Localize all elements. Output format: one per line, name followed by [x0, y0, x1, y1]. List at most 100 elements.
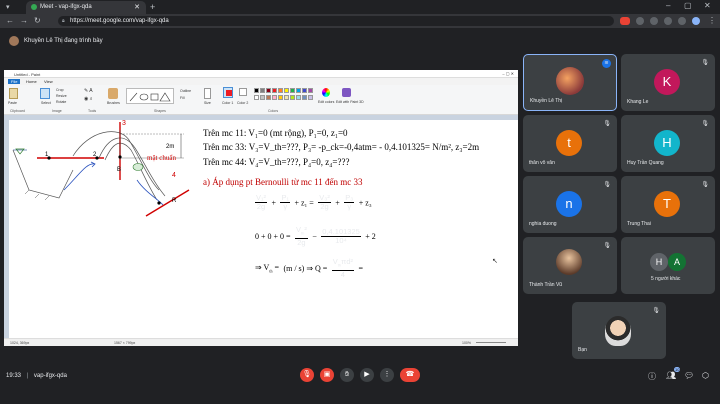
paint-menu-view[interactable]: View [44, 79, 53, 84]
palette-swatch[interactable] [272, 88, 277, 93]
paint-title-bar: Untitled - Paint – ▢ ✕ [4, 70, 518, 78]
url-input[interactable]: 🔒︎ https://meet.google.com/vap-ifgx-qda [58, 16, 614, 26]
tab-search-icon[interactable]: ▾ [6, 3, 10, 11]
close-tab-icon[interactable]: ✕ [134, 3, 140, 11]
present-screen-icon: ▶ [364, 371, 370, 378]
pencil-icon[interactable]: ✎ A [84, 88, 93, 94]
participant-tile[interactable]: T 🎙︎ Trung Thai [621, 176, 715, 233]
maximize-button[interactable]: ▢ [684, 1, 692, 10]
more-vert-icon: ⋮ [383, 371, 391, 378]
palette-swatch[interactable] [290, 88, 295, 93]
participant-tile[interactable]: n 🎙︎ nghia duong [523, 176, 617, 233]
brushes-icon[interactable] [108, 88, 118, 99]
participant-photo [556, 249, 582, 275]
select-icon[interactable] [40, 88, 50, 99]
menu-kebab-icon[interactable]: ⋮ [708, 16, 716, 25]
paint-window-title: Untitled - Paint [14, 72, 41, 77]
tab-title: Meet - vap-ifgx-qda [40, 4, 92, 10]
presenter-banner: Khuyền Lê Thị đang trình bày [0, 28, 720, 54]
more-options-button[interactable]: ⋮ [380, 368, 394, 382]
palette-swatch[interactable] [308, 88, 313, 93]
drawing-canvas[interactable]: 1 2 3 4 B R 2m mặt chuẩn Trên mc 11: V₁=… [9, 120, 518, 340]
palette-swatch[interactable] [272, 95, 277, 100]
palette-swatch[interactable] [254, 95, 259, 100]
substituted-equation: 0 + 0 + 0 = Vth² 2g − 0,4.101325 10⁴ + 2 [255, 225, 376, 247]
close-window-button[interactable]: ✕ [704, 1, 711, 10]
palette-swatch[interactable] [266, 88, 271, 93]
chat-icon[interactable]: 💬︎ [684, 371, 694, 380]
camera-toggle-button[interactable]: ▣ [320, 368, 334, 382]
extension-icon[interactable] [650, 17, 658, 25]
resize-button[interactable]: Resize [56, 94, 67, 98]
info-icon[interactable]: ⓘ [648, 371, 656, 382]
edit-colors-label: Edit colors [318, 100, 335, 104]
paint-menu-file[interactable]: File [8, 79, 21, 84]
crop-button[interactable]: Crop [56, 88, 64, 92]
palette-swatch[interactable] [284, 95, 289, 100]
profile-avatar[interactable] [692, 17, 700, 25]
palette-swatch[interactable] [284, 88, 289, 93]
fill-bucket-icon[interactable]: ◉ ⌕ [84, 96, 93, 102]
paste-icon[interactable] [9, 88, 18, 99]
palette-swatch[interactable] [260, 95, 265, 100]
palette-swatch[interactable] [296, 88, 301, 93]
leave-call-button[interactable]: ☎︎ [400, 368, 420, 382]
participant-tile[interactable]: t 🎙︎ thân vô vân [523, 115, 617, 172]
palette-swatch[interactable] [302, 95, 307, 100]
recording-indicator-icon[interactable] [620, 17, 630, 25]
palette-swatch[interactable] [308, 95, 313, 100]
participant-tile[interactable]: H 🎙︎ Huy Trần Quang [621, 115, 715, 172]
fill-dropdown[interactable]: Fill [180, 96, 184, 100]
minimize-button[interactable]: – [666, 1, 670, 10]
color1-selector[interactable] [223, 87, 233, 98]
extension-icon[interactable] [636, 17, 644, 25]
shapes-gallery[interactable] [126, 88, 174, 104]
paint-menu-home[interactable]: Home [26, 79, 37, 84]
paint-canvas-area: 1 2 3 4 B R 2m mặt chuẩn Trên mc 11: V₁=… [4, 115, 518, 340]
present-button[interactable]: ▶ [360, 368, 374, 382]
ribbon-group-image: Image [52, 109, 62, 113]
sidebar-icon[interactable] [678, 17, 686, 25]
participant-avatar: T [654, 191, 680, 217]
raise-hand-button[interactable]: ✋︎ [340, 368, 354, 382]
forward-button[interactable]: → [20, 16, 28, 25]
paint3d-icon[interactable] [342, 88, 351, 97]
people-icon[interactable]: 👥︎ [666, 371, 676, 380]
edit-colors-icon[interactable] [322, 88, 330, 97]
palette-swatch[interactable] [266, 95, 271, 100]
browser-tab[interactable]: Meet - vap-ifgx-qda ✕ [26, 1, 146, 14]
outline-dropdown[interactable]: Outline [180, 89, 191, 93]
palette-swatch[interactable] [260, 88, 265, 93]
palette-swatch[interactable] [302, 88, 307, 93]
self-tile[interactable]: 🎙︎ Bạn [572, 302, 666, 359]
reload-button[interactable]: ↻ [34, 16, 41, 25]
participant-name: Thành Trần Vũ [529, 282, 563, 288]
brushes-label: Brushes [107, 101, 120, 105]
size-icon[interactable] [204, 88, 211, 99]
palette-swatch[interactable] [290, 95, 295, 100]
participant-tile-presenter[interactable]: ≋ Khuyền Lê Thị [523, 54, 617, 111]
section-3-label: 3 [122, 120, 126, 127]
speaking-indicator-icon: ≋ [602, 59, 611, 68]
palette-swatch[interactable] [296, 95, 301, 100]
palette-swatch[interactable] [278, 95, 283, 100]
others-tile[interactable]: H A 5 người khác [621, 237, 715, 294]
participant-name: Huy Trần Quang [627, 160, 664, 166]
back-button[interactable]: ← [6, 16, 14, 25]
paint-window-controls[interactable]: – ▢ ✕ [502, 71, 514, 76]
rotate-button[interactable]: Rotate [56, 100, 66, 104]
clock-time: 19:33 [6, 373, 22, 379]
zoom-slider[interactable] [476, 342, 506, 343]
extensions-puzzle-icon[interactable] [664, 17, 672, 25]
section-4-label: 4 [172, 172, 176, 179]
participant-tile[interactable]: 🎙︎ Thành Trần Vũ [523, 237, 617, 294]
mic-toggle-button[interactable]: 🎙︎ [300, 368, 314, 382]
palette-swatch[interactable] [278, 88, 283, 93]
hang-up-icon: ☎︎ [405, 371, 415, 378]
others-count-label: 5 người khác [651, 276, 681, 282]
participant-tile[interactable]: K 🎙︎ Khang Le [621, 54, 715, 111]
activities-icon[interactable]: ⬡ [702, 371, 709, 380]
palette-swatch[interactable] [254, 88, 259, 93]
new-tab-button[interactable]: + [150, 2, 155, 12]
color2-selector[interactable] [239, 88, 247, 96]
